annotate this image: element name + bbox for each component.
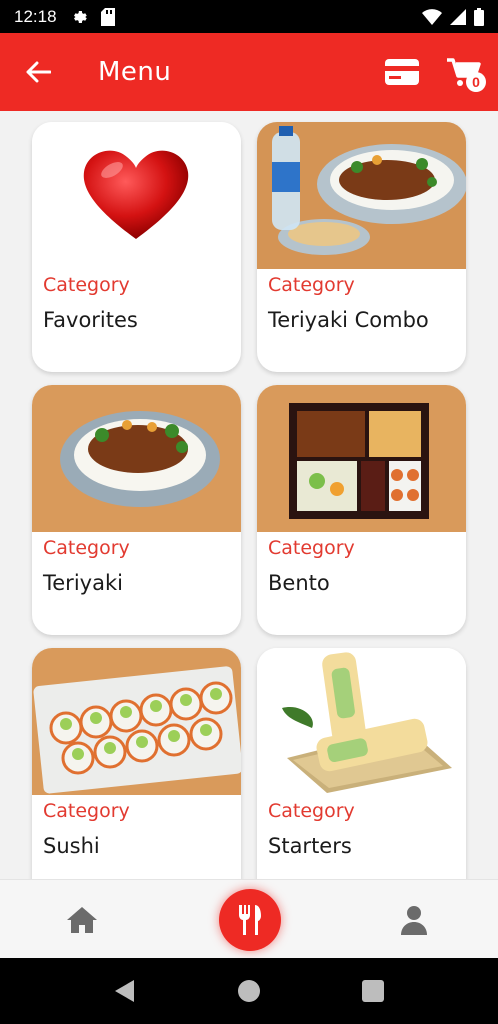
starters-image — [257, 648, 466, 795]
category-name: Teriyaki Combo — [268, 308, 429, 332]
arrow-left-icon — [26, 61, 51, 83]
category-label: Category — [268, 274, 355, 296]
status-time: 12:18 — [14, 6, 57, 26]
wifi-icon — [422, 8, 442, 25]
teriyaki-combo-image — [257, 122, 466, 269]
nav-home-button[interactable] — [62, 900, 102, 940]
nav-profile-button[interactable] — [394, 900, 434, 940]
bento-image — [257, 385, 466, 532]
settings-gear-icon — [73, 10, 87, 23]
category-name: Favorites — [43, 308, 138, 332]
category-label: Category — [268, 800, 355, 822]
back-button[interactable] — [18, 52, 58, 92]
category-name: Sushi — [43, 834, 100, 858]
home-icon — [67, 907, 97, 933]
system-navigation-bar — [0, 958, 498, 1024]
user-icon — [401, 906, 427, 935]
status-bar: 12:18 — [0, 0, 498, 33]
system-recents-icon[interactable] — [362, 980, 384, 1002]
favorites-image — [32, 122, 241, 269]
category-label: Category — [43, 274, 130, 296]
battery-icon — [474, 7, 484, 26]
utensils-icon — [239, 905, 261, 935]
category-label: Category — [43, 537, 130, 559]
heart-icon — [83, 150, 189, 239]
sushi-image — [32, 648, 241, 795]
system-back-icon[interactable] — [112, 978, 138, 1004]
category-card-bento[interactable]: Category Bento — [257, 385, 466, 635]
category-label: Category — [43, 800, 130, 822]
signal-icon — [450, 8, 466, 25]
payment-button[interactable] — [382, 52, 422, 92]
system-home-icon[interactable] — [238, 980, 260, 1002]
category-label: Category — [268, 537, 355, 559]
category-name: Starters — [268, 834, 352, 858]
category-grid: Category Favorites Category Teriyaki Com… — [0, 111, 498, 879]
cart-button[interactable]: 0 — [444, 52, 486, 92]
credit-card-icon — [385, 59, 419, 85]
category-card-teriyaki-combo[interactable]: Category Teriyaki Combo — [257, 122, 466, 372]
teriyaki-image — [32, 385, 241, 532]
sd-card-icon — [100, 7, 115, 26]
category-name: Teriyaki — [43, 571, 123, 595]
category-card-sushi[interactable]: Category Sushi — [32, 648, 241, 879]
category-name: Bento — [268, 571, 330, 595]
app-bar: Menu 0 — [0, 33, 498, 111]
cart-count-badge: 0 — [466, 72, 486, 92]
page-title: Menu — [98, 57, 172, 87]
category-card-favorites[interactable]: Category Favorites — [32, 122, 241, 372]
bottom-navigation — [0, 879, 498, 958]
category-card-teriyaki[interactable]: Category Teriyaki — [32, 385, 241, 635]
nav-menu-button[interactable] — [219, 889, 281, 951]
category-card-starters[interactable]: Category Starters — [257, 648, 466, 879]
